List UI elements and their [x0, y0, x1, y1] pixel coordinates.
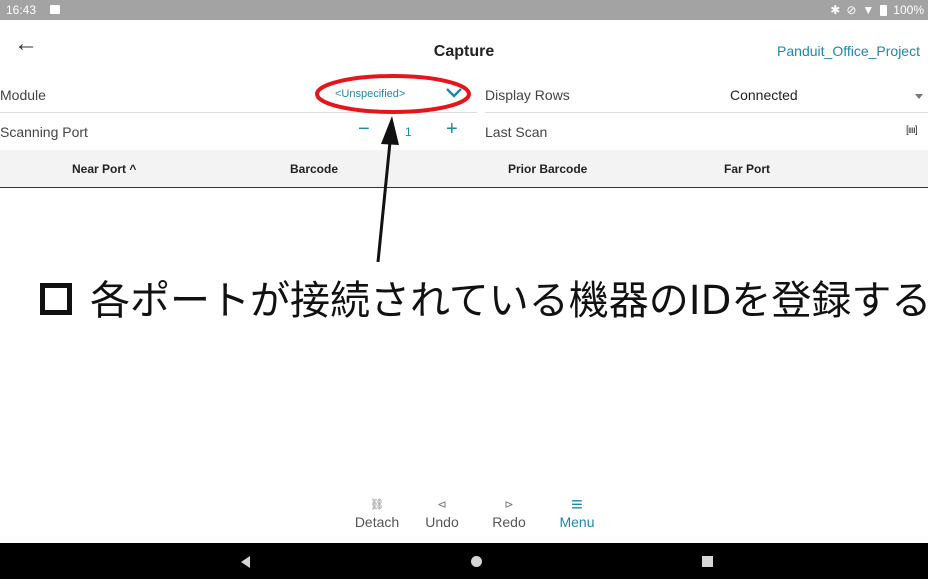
annotation-caption: 各ポートが接続されている機器のIDを登録する [40, 268, 928, 326]
navigation-bar [0, 543, 928, 579]
nav-home-icon[interactable] [471, 556, 482, 567]
undo-icon: ⊲ [437, 499, 447, 511]
detach-icon: ⛓ [370, 499, 384, 511]
detach-button[interactable]: ⛓ Detach [347, 496, 407, 530]
redo-button[interactable]: ⊳ Redo [479, 496, 539, 530]
nav-back-icon[interactable] [241, 556, 250, 568]
redo-icon: ⊳ [504, 499, 514, 511]
undo-button[interactable]: ⊲ Undo [412, 496, 472, 530]
arrow-head [381, 116, 399, 145]
menu-button[interactable]: ≡ Menu [547, 494, 607, 530]
hamburger-menu-icon: ≡ [571, 494, 583, 516]
detach-label: Detach [354, 514, 400, 530]
undo-label: Undo [425, 514, 459, 530]
redo-label: Redo [492, 514, 526, 530]
annotation-text: 各ポートが接続されている機器のIDを登録する [90, 278, 928, 324]
red-highlight-ellipse [315, 74, 471, 114]
nav-recents-icon[interactable] [702, 556, 713, 567]
menu-label: Menu [559, 514, 595, 530]
checkbox-bullet-icon [40, 283, 72, 315]
bottom-toolbar: ⛓ Detach ⊲ Undo ⊳ Redo ≡ Menu [0, 476, 928, 543]
arrow-shaft [376, 141, 392, 263]
